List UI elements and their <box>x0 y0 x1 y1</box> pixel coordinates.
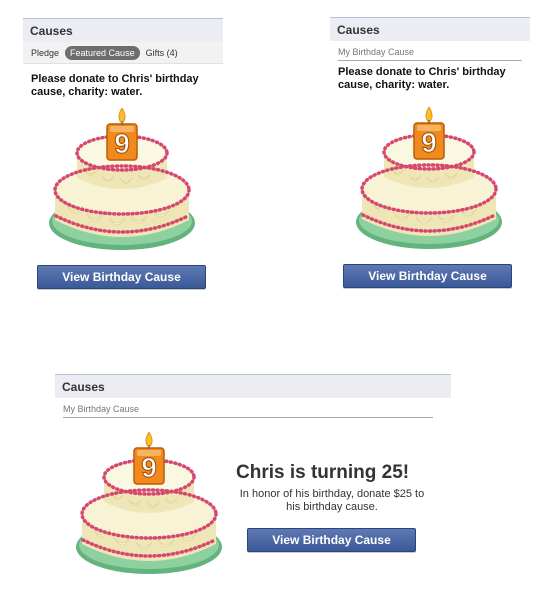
causes-panel-featured: Causes Pledge Featured Cause Gifts (4) P… <box>23 18 223 99</box>
candle-icon: 9 <box>114 128 130 159</box>
sub-header: My Birthday Cause <box>338 47 522 61</box>
panel-header: Causes <box>55 374 451 398</box>
tab-gifts[interactable]: Gifts (4) <box>146 48 178 58</box>
view-birthday-cause-button[interactable]: View Birthday Cause <box>37 265 206 289</box>
panel-header: Causes <box>330 17 530 41</box>
sub-header: My Birthday Cause <box>63 404 433 418</box>
tab-bar: Pledge Featured Cause Gifts (4) <box>23 42 223 64</box>
birthday-cake-icon: 9 <box>47 108 197 252</box>
candle-icon: 9 <box>421 127 437 158</box>
promo-body: In honor of his birthday, donate $25 to … <box>239 488 425 513</box>
view-birthday-cause-button[interactable]: View Birthday Cause <box>343 264 512 288</box>
tab-pledge[interactable]: Pledge <box>31 48 59 58</box>
birthday-cake-icon: 9 <box>354 107 504 251</box>
tab-featured-cause[interactable]: Featured Cause <box>65 45 140 60</box>
causes-panel-promo: Causes My Birthday Cause <box>55 374 451 418</box>
view-birthday-cause-button[interactable]: View Birthday Cause <box>247 528 416 552</box>
causes-panel-birthday: Causes My Birthday Cause Please donate t… <box>330 17 530 92</box>
panel-header: Causes <box>23 18 223 42</box>
donation-message: Please donate to Chris' birthday cause, … <box>31 73 199 98</box>
promo-title: Chris is turning 25! <box>236 462 410 483</box>
donation-message: Please donate to Chris' birthday cause, … <box>338 66 506 91</box>
candle-icon: 9 <box>141 452 157 483</box>
birthday-cake-icon: 9 <box>74 432 224 576</box>
